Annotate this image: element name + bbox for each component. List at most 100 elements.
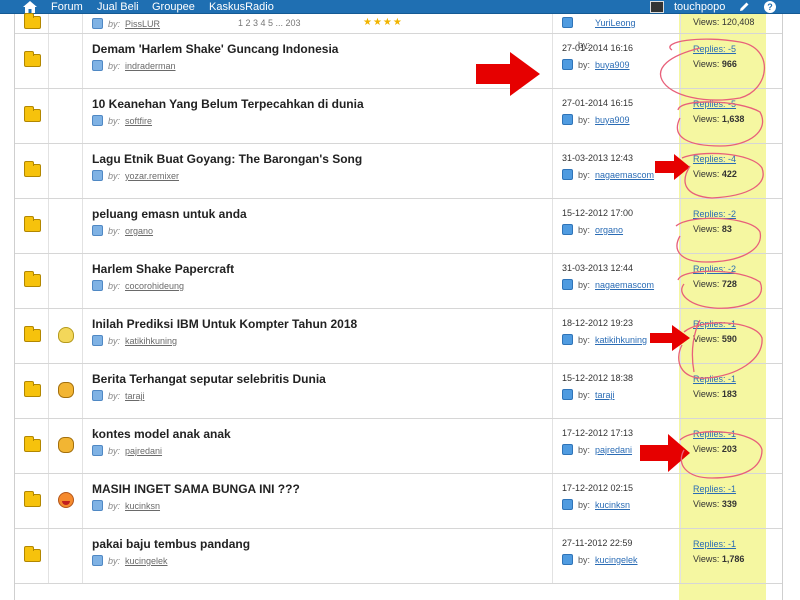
author-link[interactable]: indraderman xyxy=(125,61,176,71)
thread-title[interactable]: 10 Keanehan Yang Belum Terpecahkan di du… xyxy=(92,97,364,111)
last-post-user[interactable]: pajredani xyxy=(595,445,632,455)
thread-title[interactable]: peluang emasn untuk anda xyxy=(92,207,247,221)
replies-link[interactable]: Replies: -2 xyxy=(693,209,736,219)
last-post-date: 31-03-2013 12:43 xyxy=(562,153,634,163)
expand-icon[interactable] xyxy=(92,18,103,29)
replies-link[interactable]: Replies: -1 xyxy=(693,374,736,384)
page-links[interactable]: 1 2 3 4 5 ... 203 xyxy=(238,18,301,28)
last-post-user[interactable]: organo xyxy=(595,225,623,235)
last-post-user[interactable]: kucingelek xyxy=(595,555,638,565)
thumb-icon xyxy=(58,437,74,453)
author-link[interactable]: taraji xyxy=(125,391,145,401)
thread-title[interactable]: kontes model anak anak xyxy=(92,427,231,441)
nav-forum[interactable]: Forum xyxy=(51,0,83,14)
expand-icon[interactable] xyxy=(92,445,103,456)
last-post-icon[interactable] xyxy=(562,17,573,28)
nav-groupee[interactable]: Groupee xyxy=(152,0,195,14)
nav-jual-beli[interactable]: Jual Beli xyxy=(97,0,139,14)
thread-title[interactable]: pakai baju tembus pandang xyxy=(92,537,250,551)
author-link[interactable]: katikihkuning xyxy=(125,336,177,346)
replies-link[interactable]: Replies: -5 xyxy=(693,99,736,109)
avatar[interactable] xyxy=(650,1,664,13)
author-link[interactable]: kucinksn xyxy=(125,501,160,511)
thread-title[interactable]: MASIH INGET SAMA BUNGA INI ??? xyxy=(92,482,300,496)
table-row: MASIH INGET SAMA BUNGA INI ??? by: kucin… xyxy=(15,474,782,529)
replies-link[interactable]: Replies: -1 xyxy=(693,484,736,494)
pencil-icon[interactable] xyxy=(738,0,750,14)
expand-icon[interactable] xyxy=(92,170,103,181)
by-label: by: xyxy=(108,446,121,456)
last-post-user[interactable]: buya909 xyxy=(595,60,630,70)
last-post-user[interactable]: nagaemascom xyxy=(595,280,654,290)
replies-link[interactable]: Replies: -1 xyxy=(693,539,736,549)
author-link[interactable]: pajredani xyxy=(125,446,162,456)
views-count: Views: 120,408 xyxy=(693,17,755,27)
views-value: 1,638 xyxy=(721,114,745,124)
expand-icon[interactable] xyxy=(92,500,103,511)
by-label: by: xyxy=(108,391,121,401)
last-post-icon[interactable] xyxy=(562,334,573,345)
views-label: Views: xyxy=(693,499,720,509)
author-link[interactable]: yozar.remixer xyxy=(125,171,179,181)
replies-link[interactable]: Replies: -2 xyxy=(693,264,736,274)
author-link[interactable]: organo xyxy=(125,226,153,236)
views-value: 203 xyxy=(721,444,737,454)
folder-icon xyxy=(24,216,41,232)
last-post-user[interactable]: buya909 xyxy=(595,115,630,125)
last-post-icon[interactable] xyxy=(562,499,573,510)
expand-icon[interactable] xyxy=(92,335,103,346)
last-post-user[interactable]: nagaemascom xyxy=(595,170,654,180)
last-post-date: 15-12-2012 18:38 xyxy=(562,373,634,383)
folder-icon xyxy=(24,436,41,452)
last-post-user[interactable]: taraji xyxy=(595,390,615,400)
expand-icon[interactable] xyxy=(92,390,103,401)
thread-title[interactable]: Inilah Prediksi IBM Untuk Kompter Tahun … xyxy=(92,317,357,331)
last-post-icon[interactable] xyxy=(562,114,573,125)
last-post-date: 15-12-2012 17:00 xyxy=(562,208,634,218)
top-navbar: Forum Jual Beli Groupee KaskusRadio touc… xyxy=(0,0,800,14)
views-label: Views: xyxy=(693,59,720,69)
last-post-icon[interactable] xyxy=(562,279,573,290)
last-post-icon[interactable] xyxy=(562,224,573,235)
nav-kaskusradio[interactable]: KaskusRadio xyxy=(209,0,274,14)
expand-icon[interactable] xyxy=(92,60,103,71)
thread-title[interactable]: Demam 'Harlem Shake' Guncang Indonesia xyxy=(92,42,338,56)
replies-link[interactable]: Replies: -1 xyxy=(693,429,736,439)
username-link[interactable]: touchpopo xyxy=(674,0,725,14)
last-post-user[interactable]: YuriLeong xyxy=(595,18,636,28)
last-post-icon[interactable] xyxy=(562,59,573,70)
by-label: by: xyxy=(578,60,591,70)
author-link[interactable]: kucingelek xyxy=(125,556,168,566)
last-post-icon[interactable] xyxy=(562,169,573,180)
thread-title[interactable]: Lagu Etnik Buat Goyang: The Barongan's S… xyxy=(92,152,362,166)
table-row: 10 Keanehan Yang Belum Terpecahkan di du… xyxy=(15,89,782,144)
last-post-user[interactable]: katikihkuning xyxy=(595,335,647,345)
author-link[interactable]: cocorohideung xyxy=(125,281,184,291)
expand-icon[interactable] xyxy=(92,555,103,566)
thread-title[interactable]: Berita Terhangat seputar selebritis Duni… xyxy=(92,372,326,386)
replies-link[interactable]: Replies: -5 xyxy=(693,44,736,54)
last-post-date: 27-01-2014 16:15 xyxy=(562,98,634,108)
last-post-date: 27-11-2012 22:59 xyxy=(562,538,633,548)
replies-link[interactable]: Replies: -1 xyxy=(693,319,736,329)
author-link[interactable]: PissLUR xyxy=(125,19,160,29)
replies-link[interactable]: Replies: -4 xyxy=(693,154,736,164)
folder-icon xyxy=(24,381,41,397)
home-icon[interactable] xyxy=(22,0,38,14)
by-label: by: xyxy=(578,335,591,345)
thread-title[interactable]: Harlem Shake Papercraft xyxy=(92,262,234,276)
expand-icon[interactable] xyxy=(92,280,103,291)
views-label: Views: xyxy=(693,334,720,344)
last-post-date: 17-12-2012 17:13 xyxy=(562,428,634,438)
last-post-icon[interactable] xyxy=(562,554,573,565)
expand-icon[interactable] xyxy=(92,225,103,236)
help-icon[interactable]: ? xyxy=(764,1,776,13)
by-label: by: xyxy=(578,225,591,235)
last-post-icon[interactable] xyxy=(562,389,573,400)
views-value: 966 xyxy=(721,59,737,69)
last-post-icon[interactable] xyxy=(562,444,573,455)
views-count: Views: 203 xyxy=(693,444,737,454)
author-link[interactable]: softfire xyxy=(125,116,152,126)
expand-icon[interactable] xyxy=(92,115,103,126)
last-post-user[interactable]: kucinksn xyxy=(595,500,630,510)
